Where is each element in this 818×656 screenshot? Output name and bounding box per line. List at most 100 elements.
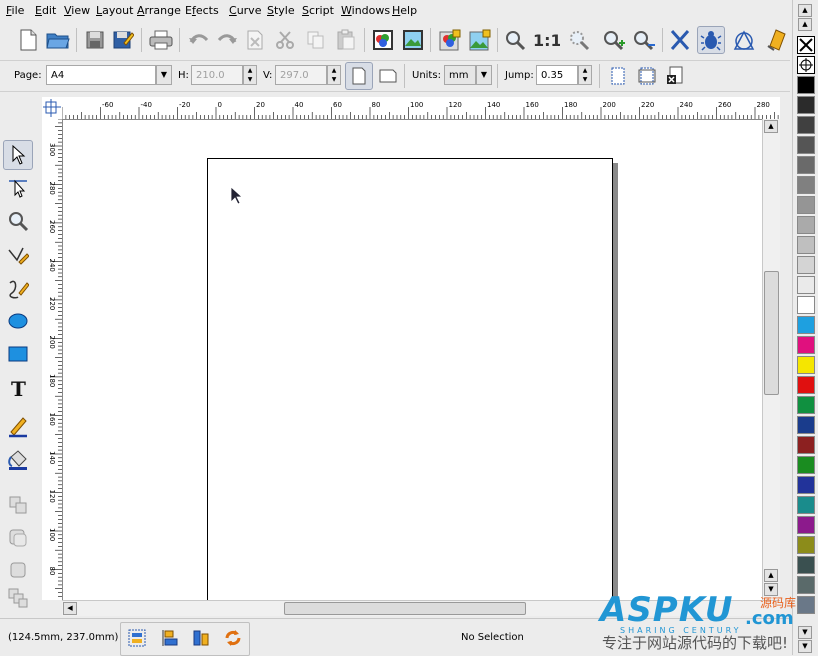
color-swatch[interactable]: [797, 216, 815, 234]
cut-icon[interactable]: [271, 26, 299, 54]
zoom-tool-icon[interactable]: [3, 206, 33, 236]
undo-icon[interactable]: [185, 26, 213, 54]
vertical-scroll-thumb[interactable]: [764, 271, 779, 395]
outline-pen-icon[interactable]: [3, 412, 33, 442]
menu-help[interactable]: Help: [392, 4, 417, 17]
color-swatch[interactable]: [797, 516, 815, 534]
export-bitmap-icon[interactable]: [466, 26, 494, 54]
vertical-ruler[interactable]: 3002802602402202001801601401201008060: [42, 118, 63, 614]
palette-scroll-down-button[interactable]: ▼: [798, 626, 812, 639]
vertical-stepper[interactable]: ▲ ▼: [327, 65, 341, 85]
registration-color-swatch[interactable]: [797, 56, 815, 74]
zoom-out-icon[interactable]: [630, 26, 658, 54]
chevron-down-icon[interactable]: ▼: [476, 65, 492, 85]
vertical-input[interactable]: 297.0: [275, 65, 327, 85]
ungroup-tool-icon[interactable]: [3, 523, 33, 553]
color-swatch[interactable]: [797, 236, 815, 254]
menu-edit[interactable]: Edit: [35, 4, 56, 17]
color-swatch[interactable]: [797, 376, 815, 394]
resize-page-icon[interactable]: [633, 62, 661, 90]
color-swatch[interactable]: [797, 276, 815, 294]
landscape-icon[interactable]: [374, 62, 402, 90]
align-top-icon[interactable]: [156, 624, 184, 652]
zoom-icon[interactable]: [501, 26, 529, 54]
zoom-in-icon[interactable]: [600, 26, 628, 54]
menu-file[interactable]: File: [6, 4, 24, 17]
drawing-canvas[interactable]: [63, 120, 762, 600]
shapes-tool-icon[interactable]: [730, 26, 758, 54]
palette-scroll-up-button[interactable]: ▲: [798, 18, 812, 31]
color-swatch[interactable]: [797, 356, 815, 374]
height-stepper[interactable]: ▲ ▼: [243, 65, 257, 85]
break-apart-tool-icon[interactable]: [3, 583, 33, 613]
color-swatch[interactable]: [797, 396, 815, 414]
menu-layout[interactable]: Layout: [96, 4, 133, 17]
color-swatch[interactable]: [797, 476, 815, 494]
jump-stepper[interactable]: ▲ ▼: [578, 65, 592, 85]
color-swatch[interactable]: [797, 136, 815, 154]
menu-windows[interactable]: Windows: [341, 4, 390, 17]
redo-icon[interactable]: [213, 26, 241, 54]
color-swatch[interactable]: [797, 296, 815, 314]
color-swatch[interactable]: [797, 496, 815, 514]
color-swatch[interactable]: [797, 416, 815, 434]
color-swatch[interactable]: [797, 256, 815, 274]
copy-icon[interactable]: [302, 26, 330, 54]
import-bitmap-icon[interactable]: [399, 26, 427, 54]
delete-icon[interactable]: [241, 26, 269, 54]
close-document-icon[interactable]: [662, 62, 690, 90]
combine-tool-icon[interactable]: [3, 555, 33, 585]
menu-view[interactable]: View: [64, 4, 90, 17]
color-swatch[interactable]: [797, 456, 815, 474]
no-color-swatch[interactable]: [797, 36, 815, 54]
freehand-tool-icon[interactable]: [3, 273, 33, 303]
color-swatch[interactable]: [797, 196, 815, 214]
document-page[interactable]: [207, 158, 613, 600]
horizontal-ruler[interactable]: -60 -40 -20 0 20 40 60 80 100 120 140 160 180 200 220 2…: [61, 97, 780, 120]
height-input[interactable]: 210.0: [191, 65, 243, 85]
units-select[interactable]: mm: [444, 65, 476, 85]
ellipse-tool-icon[interactable]: [3, 306, 33, 336]
save-as-icon[interactable]: [109, 26, 137, 54]
zoom-selection-icon[interactable]: [566, 26, 594, 54]
import-image-icon[interactable]: [369, 26, 397, 54]
menu-curve[interactable]: Curve: [229, 4, 261, 17]
menu-script[interactable]: Script: [302, 4, 334, 17]
color-swatch[interactable]: [797, 96, 815, 114]
color-swatch[interactable]: [797, 536, 815, 554]
page-border-icon[interactable]: [604, 62, 632, 90]
portrait-icon[interactable]: [345, 62, 373, 90]
palette-scroll-up-button[interactable]: ▲: [798, 4, 812, 17]
color-swatch[interactable]: [797, 176, 815, 194]
chevron-down-icon[interactable]: ▼: [156, 65, 172, 85]
vertical-scrollbar[interactable]: ▲ ▲ ▼: [762, 119, 780, 600]
text-tool-icon[interactable]: T: [3, 373, 33, 403]
node-tool-icon[interactable]: [3, 173, 33, 203]
page-size-select[interactable]: A4: [46, 65, 156, 85]
horizontal-scroll-thumb[interactable]: [284, 602, 526, 615]
color-swatch[interactable]: [797, 596, 815, 614]
fill-bucket-icon[interactable]: [3, 445, 33, 475]
menu-arrange[interactable]: Arrange: [137, 4, 181, 17]
color-swatch[interactable]: [797, 576, 815, 594]
x-tool-icon[interactable]: [666, 26, 694, 54]
group-tool-icon[interactable]: [3, 490, 33, 520]
refresh-icon[interactable]: [219, 624, 247, 652]
paste-icon[interactable]: [332, 26, 360, 54]
zoom-1to1-icon[interactable]: 1:1: [532, 26, 560, 54]
align-left-icon[interactable]: [123, 624, 151, 652]
save-icon[interactable]: [81, 26, 109, 54]
selector-tool-icon[interactable]: [3, 140, 33, 170]
bug-tool-icon[interactable]: [697, 26, 725, 54]
palette-scroll-down-button[interactable]: ▼: [798, 640, 812, 653]
color-swatch[interactable]: [797, 156, 815, 174]
fill-tool-icon[interactable]: [763, 26, 791, 54]
new-document-icon[interactable]: [14, 26, 42, 54]
scroll-up-button[interactable]: ▲: [764, 120, 778, 133]
scroll-left-button[interactable]: ◀: [63, 602, 77, 615]
print-icon[interactable]: [147, 26, 175, 54]
bezier-tool-icon[interactable]: [3, 240, 33, 270]
menu-style[interactable]: Style: [267, 4, 295, 17]
color-swatch[interactable]: [797, 436, 815, 454]
scroll-up-button[interactable]: ▲: [764, 569, 778, 582]
